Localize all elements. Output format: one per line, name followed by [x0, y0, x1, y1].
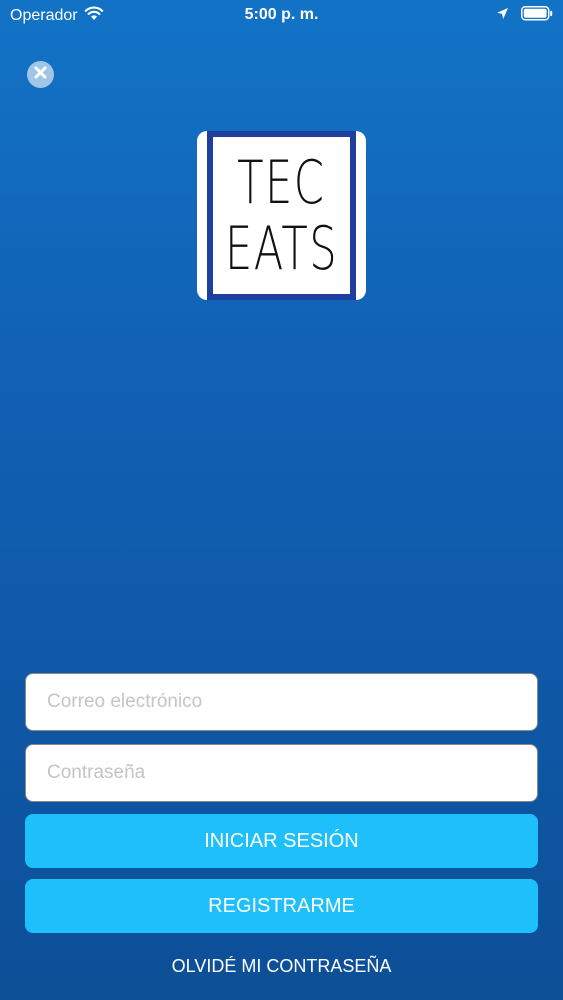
status-time: 5:00 p. m.: [244, 6, 319, 23]
register-button[interactable]: REGISTRARME: [25, 879, 538, 933]
status-right: [496, 6, 553, 26]
login-button[interactable]: INICIAR SESIÓN: [25, 814, 538, 868]
close-button[interactable]: [27, 61, 54, 88]
close-icon: [34, 66, 47, 84]
email-field[interactable]: [25, 673, 538, 731]
logo-line-1: TEC: [237, 147, 326, 218]
forgot-password-link[interactable]: OLVIDÉ MI CONTRASEÑA: [0, 956, 563, 977]
location-arrow-icon: [496, 7, 509, 25]
logo-frame: TEC EATS: [207, 131, 356, 300]
battery-icon: [521, 6, 553, 26]
logo-line-2: EATS: [224, 213, 339, 284]
tec-eats-logo: TEC EATS: [197, 131, 366, 300]
status-bar: Operador 5:00 p. m.: [0, 0, 563, 32]
password-field[interactable]: [25, 744, 538, 802]
